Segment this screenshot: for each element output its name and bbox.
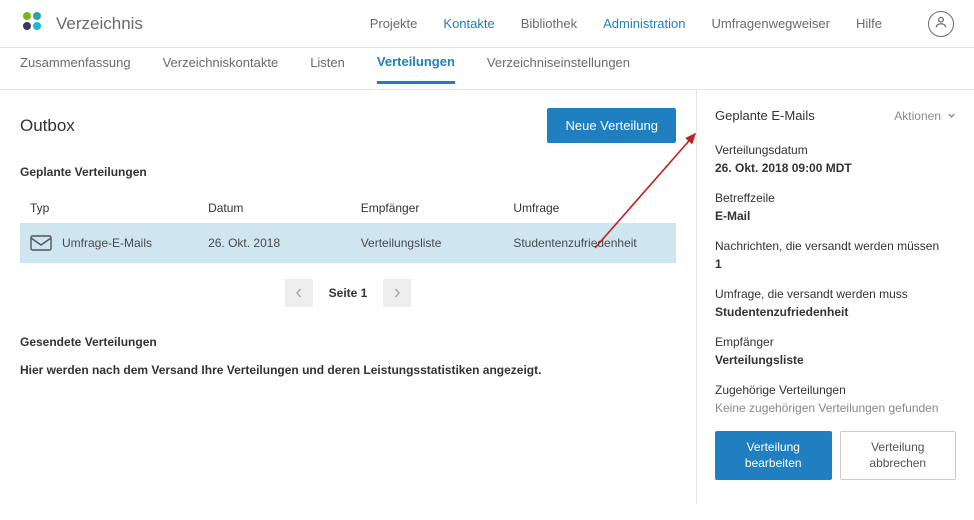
field-label: Zugehörige Verteilungen bbox=[715, 383, 956, 397]
col-header-datum: Datum bbox=[208, 201, 361, 215]
profile-button[interactable] bbox=[928, 11, 954, 37]
sub-tabs: Zusammenfassung Verzeichniskontakte List… bbox=[0, 48, 974, 90]
side-panel: Geplante E-Mails Aktionen Verteilungsdat… bbox=[696, 90, 974, 504]
field-recipient: Empfänger Verteilungsliste bbox=[715, 335, 956, 367]
content-layout: Outbox Neue Verteilung Geplante Verteilu… bbox=[0, 90, 974, 504]
col-header-typ: Typ bbox=[30, 201, 208, 215]
main-header: Outbox Neue Verteilung bbox=[20, 108, 676, 143]
page-label: Seite 1 bbox=[329, 286, 368, 300]
sent-empty-text: Hier werden nach dem Versand Ihre Vertei… bbox=[20, 363, 676, 377]
nav-projects[interactable]: Projekte bbox=[370, 16, 418, 31]
tab-summary[interactable]: Zusammenfassung bbox=[20, 55, 131, 82]
page-next-button[interactable] bbox=[383, 279, 411, 307]
planned-table: Typ Datum Empfänger Umfrage Umfrage-E-Ma… bbox=[20, 193, 676, 263]
chevron-left-icon bbox=[294, 285, 304, 301]
pagination: Seite 1 bbox=[20, 279, 676, 307]
field-value: 1 bbox=[715, 257, 956, 271]
brand-logo-icon bbox=[20, 9, 46, 38]
tab-contacts[interactable]: Verzeichniskontakte bbox=[163, 55, 279, 82]
col-header-empfaenger: Empfänger bbox=[361, 201, 514, 215]
field-label: Betreffzeile bbox=[715, 191, 956, 205]
nav-contacts[interactable]: Kontakte bbox=[443, 16, 494, 31]
brand-title: Verzeichnis bbox=[56, 14, 143, 34]
table-header: Typ Datum Empfänger Umfrage bbox=[20, 193, 676, 223]
field-note: Keine zugehörigen Verteilungen gefunden bbox=[715, 401, 956, 415]
field-label: Empfänger bbox=[715, 335, 956, 349]
main-panel: Outbox Neue Verteilung Geplante Verteilu… bbox=[0, 90, 696, 504]
planned-distributions-title: Geplante Verteilungen bbox=[20, 165, 676, 179]
field-label: Nachrichten, die versandt werden müssen bbox=[715, 239, 956, 253]
row-typ: Umfrage-E-Mails bbox=[62, 236, 152, 250]
row-survey: Studentenzufriedenheit bbox=[513, 236, 666, 250]
tab-settings[interactable]: Verzeichniseinstellungen bbox=[487, 55, 630, 82]
actions-dropdown[interactable]: Aktionen bbox=[894, 109, 956, 123]
field-value: E-Mail bbox=[715, 209, 956, 223]
field-subject: Betreffzeile E-Mail bbox=[715, 191, 956, 223]
field-value: Verteilungsliste bbox=[715, 353, 956, 367]
field-value: Studentenzufriedenheit bbox=[715, 305, 956, 319]
page-prev-button[interactable] bbox=[285, 279, 313, 307]
cancel-distribution-button[interactable]: Verteilung abbrechen bbox=[840, 431, 957, 480]
field-messages: Nachrichten, die versandt werden müssen … bbox=[715, 239, 956, 271]
table-row[interactable]: Umfrage-E-Mails 26. Okt. 2018 Verteilung… bbox=[20, 223, 676, 263]
chevron-down-icon bbox=[947, 109, 956, 123]
col-header-umfrage: Umfrage bbox=[513, 201, 666, 215]
page-title: Outbox bbox=[20, 116, 75, 136]
field-survey: Umfrage, die versandt werden muss Studen… bbox=[715, 287, 956, 319]
field-label: Verteilungsdatum bbox=[715, 143, 956, 157]
tab-lists[interactable]: Listen bbox=[310, 55, 345, 82]
tab-distributions[interactable]: Verteilungen bbox=[377, 54, 455, 84]
row-recipient: Verteilungsliste bbox=[361, 236, 514, 250]
mail-icon bbox=[30, 235, 52, 251]
sent-distributions-title: Gesendete Verteilungen bbox=[20, 335, 676, 349]
edit-distribution-button[interactable]: Verteilung bearbeiten bbox=[715, 431, 832, 480]
row-datum: 26. Okt. 2018 bbox=[208, 236, 361, 250]
chevron-right-icon bbox=[392, 285, 402, 301]
side-buttons: Verteilung bearbeiten Verteilung abbrech… bbox=[715, 431, 956, 480]
user-icon bbox=[934, 15, 948, 32]
nav-help[interactable]: Hilfe bbox=[856, 16, 882, 31]
field-distribution-date: Verteilungsdatum 26. Okt. 2018 09:00 MDT bbox=[715, 143, 956, 175]
field-label: Umfrage, die versandt werden muss bbox=[715, 287, 956, 301]
field-value: 26. Okt. 2018 09:00 MDT bbox=[715, 161, 956, 175]
nav-surveywizard[interactable]: Umfragenwegweiser bbox=[711, 16, 830, 31]
side-header: Geplante E-Mails Aktionen bbox=[715, 108, 956, 123]
nav-admin[interactable]: Administration bbox=[603, 16, 685, 31]
new-distribution-button[interactable]: Neue Verteilung bbox=[547, 108, 676, 143]
top-nav: Projekte Kontakte Bibliothek Administrat… bbox=[370, 11, 954, 37]
brand: Verzeichnis bbox=[20, 9, 143, 38]
nav-library[interactable]: Bibliothek bbox=[521, 16, 577, 31]
actions-label: Aktionen bbox=[894, 109, 941, 123]
top-bar: Verzeichnis Projekte Kontakte Bibliothek… bbox=[0, 0, 974, 48]
side-title: Geplante E-Mails bbox=[715, 108, 815, 123]
field-related: Zugehörige Verteilungen Keine zugehörige… bbox=[715, 383, 956, 415]
